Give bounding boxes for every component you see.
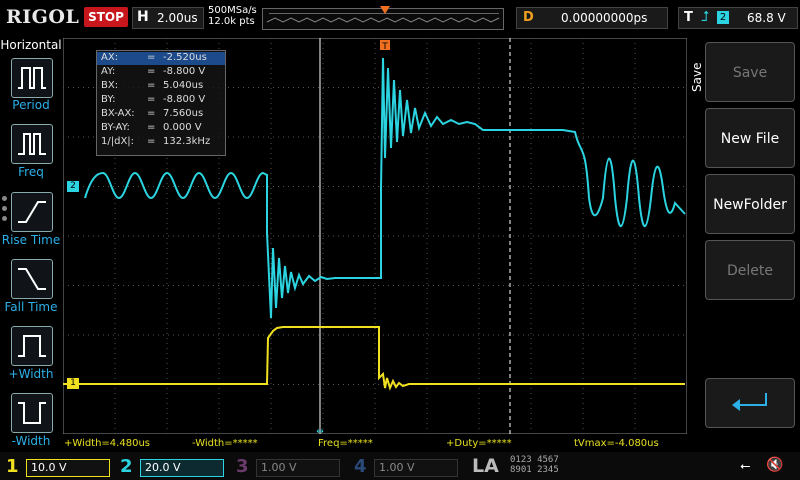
la-digits-row1: 0123 4567	[510, 455, 559, 465]
timebase-label: H	[137, 9, 149, 25]
ch2-scale: 20.0 V	[140, 459, 224, 477]
fall-time-icon	[18, 268, 46, 290]
pos-width-label: +Width	[8, 367, 54, 381]
return-arrow-icon	[732, 393, 767, 411]
measurement-pos-width[interactable]: +Width=4.480us	[64, 438, 150, 449]
cursor-row-bx-ax: BX-AX: = 7.560us	[101, 108, 204, 119]
rise-time-button[interactable]	[11, 192, 53, 232]
new-file-button[interactable]: New File	[705, 108, 795, 168]
freq-button[interactable]	[11, 124, 53, 164]
trigger-position-marker-icon	[380, 6, 390, 14]
cursor-row-by-ay: BY-AY: = 0.000 V	[101, 122, 202, 133]
measurement-tvmax[interactable]: tVmax=-4.080us	[574, 438, 659, 449]
cursor-readout-panel: AX: = -2.520us AY: = -8.800 V BX: = 5.040us BY…	[96, 50, 226, 156]
memory-depth: 12.0k pts	[208, 16, 255, 27]
ch4-scale: 1.00 V	[374, 459, 458, 477]
measurement-freq[interactable]: Freq=*****	[318, 438, 373, 449]
memory-preview-bar[interactable]	[262, 6, 504, 30]
trigger-source: 2	[717, 11, 729, 24]
ch1-number: 1	[6, 456, 19, 477]
ch1-offset-marker[interactable]: 1	[67, 378, 79, 389]
delete-button[interactable]: Delete	[705, 240, 795, 300]
pos-width-button[interactable]	[11, 326, 53, 366]
fall-time-button[interactable]	[11, 259, 53, 299]
ch3-scale: 1.00 V	[256, 459, 340, 477]
freq-icon	[18, 133, 46, 155]
measurement-pos-duty[interactable]: +Duty=*****	[446, 438, 512, 449]
la-digits-row2: 8901 2345	[510, 465, 559, 475]
ch3-status[interactable]: 3 1.00 V	[234, 456, 344, 478]
menu-page-indicator	[2, 196, 8, 226]
delay-label: D	[523, 10, 534, 25]
ch4-number: 4	[354, 456, 367, 477]
cursor-row-inv-dx: 1/|dX|: = 132.3kHz	[101, 136, 211, 147]
cursor-a-handle-icon[interactable]: ↔	[316, 427, 324, 434]
trigger-label: T	[684, 10, 693, 25]
freq-label: Freq	[18, 165, 44, 179]
run-stop-status[interactable]: STOP	[84, 7, 128, 27]
save-button[interactable]: Save	[705, 42, 795, 102]
ch3-number: 3	[236, 456, 249, 477]
measurement-neg-width[interactable]: -Width=*****	[192, 438, 258, 449]
ch1-scale: 10.0 V	[26, 459, 110, 477]
period-icon	[18, 67, 46, 89]
rise-time-icon	[18, 201, 46, 223]
pos-width-icon	[18, 335, 46, 357]
delay-box[interactable]: D 0.00000000ps	[516, 7, 668, 29]
rising-edge-icon: ⮥	[701, 9, 710, 25]
save-menu-title: Save	[690, 62, 704, 92]
return-button[interactable]	[705, 378, 795, 428]
la-label[interactable]: LA	[472, 455, 499, 477]
neg-width-button[interactable]	[11, 393, 53, 433]
usb-icon: ⭠	[740, 459, 751, 474]
svg-text:T: T	[381, 42, 388, 52]
horizontal-menu-title: Horizontal	[0, 38, 62, 52]
period-label: Period	[12, 98, 50, 112]
delay-value: 0.00000000ps	[561, 11, 648, 25]
fall-time-label: Fall Time	[4, 300, 58, 314]
la-channels: 0123 4567 8901 2345	[510, 455, 559, 475]
cursor-row-bx: BX: = 5.040us	[101, 80, 204, 91]
ch2-number: 2	[120, 456, 133, 477]
neg-width-label: -Width	[11, 434, 51, 448]
new-folder-button[interactable]: NewFolder	[705, 174, 795, 234]
timebase-box[interactable]: H 2.00us	[132, 7, 204, 29]
speaker-mute-icon[interactable]: 🔇	[766, 457, 783, 473]
ch1-status[interactable]: 1 10.0 V	[4, 456, 114, 478]
rigol-logo: RIGOL	[6, 6, 80, 28]
cursor-row-ay: AY: = -8.800 V	[101, 66, 206, 77]
acquisition-info: 500MSa/s 12.0k pts	[208, 5, 257, 27]
sample-rate: 500MSa/s	[208, 5, 257, 16]
cursor-row-ax: AX: = -2.520us	[97, 52, 225, 65]
cursor-row-by: BY: = -8.800 V	[101, 94, 206, 105]
trigger-level: 68.8 V	[747, 11, 786, 25]
timebase-value: 2.00us	[157, 11, 198, 25]
neg-width-icon	[18, 402, 46, 424]
ch2-status[interactable]: 2 20.0 V	[118, 456, 228, 478]
ch4-status[interactable]: 4 1.00 V	[352, 456, 462, 478]
trigger-box[interactable]: T ⮥ 2 68.8 V	[678, 7, 798, 29]
ch2-offset-marker[interactable]: 2	[67, 181, 79, 192]
period-button[interactable]	[11, 58, 53, 98]
rise-time-label: Rise Time	[1, 233, 61, 247]
